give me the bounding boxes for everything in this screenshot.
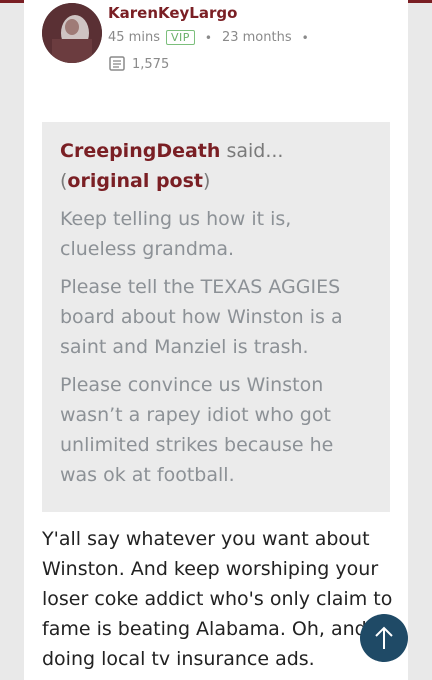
avatar-image — [42, 3, 102, 63]
reply-body: Y'all say whatever you want about Winsto… — [42, 528, 393, 670]
quote-close-paren: ) — [203, 170, 211, 192]
member-duration: 23 months — [221, 30, 292, 45]
quote-paragraph: Please tell the TEXAS AGGIES board about… — [60, 276, 343, 358]
quote-paragraph: Please convince us Winston wasn’t a rape… — [60, 374, 334, 486]
post-time: 45 mins — [108, 30, 160, 45]
quote-header: CreepingDeath said... (original post) — [60, 136, 372, 196]
user-avatar[interactable] — [42, 3, 102, 63]
meta-separator: • — [301, 30, 309, 45]
arrow-up-icon — [375, 626, 393, 649]
username[interactable]: KarenKeyLargo — [108, 4, 237, 22]
quote-paragraph: Keep telling us how it is, clueless gran… — [60, 208, 292, 260]
vip-badge: VIP — [165, 30, 195, 45]
posts-icon — [108, 55, 126, 73]
post-count: 1,575 — [132, 56, 170, 72]
quote-author[interactable]: CreepingDeath — [60, 140, 220, 162]
post-count-row: 1,575 — [108, 55, 169, 73]
post-meta: 45 mins VIP • 23 months • — [108, 30, 313, 45]
meta-separator: • — [204, 30, 212, 45]
scroll-to-top-button[interactable] — [360, 614, 408, 662]
quote-block: CreepingDeath said... (original post) Ke… — [42, 122, 390, 512]
original-post-link[interactable]: original post — [67, 170, 203, 192]
